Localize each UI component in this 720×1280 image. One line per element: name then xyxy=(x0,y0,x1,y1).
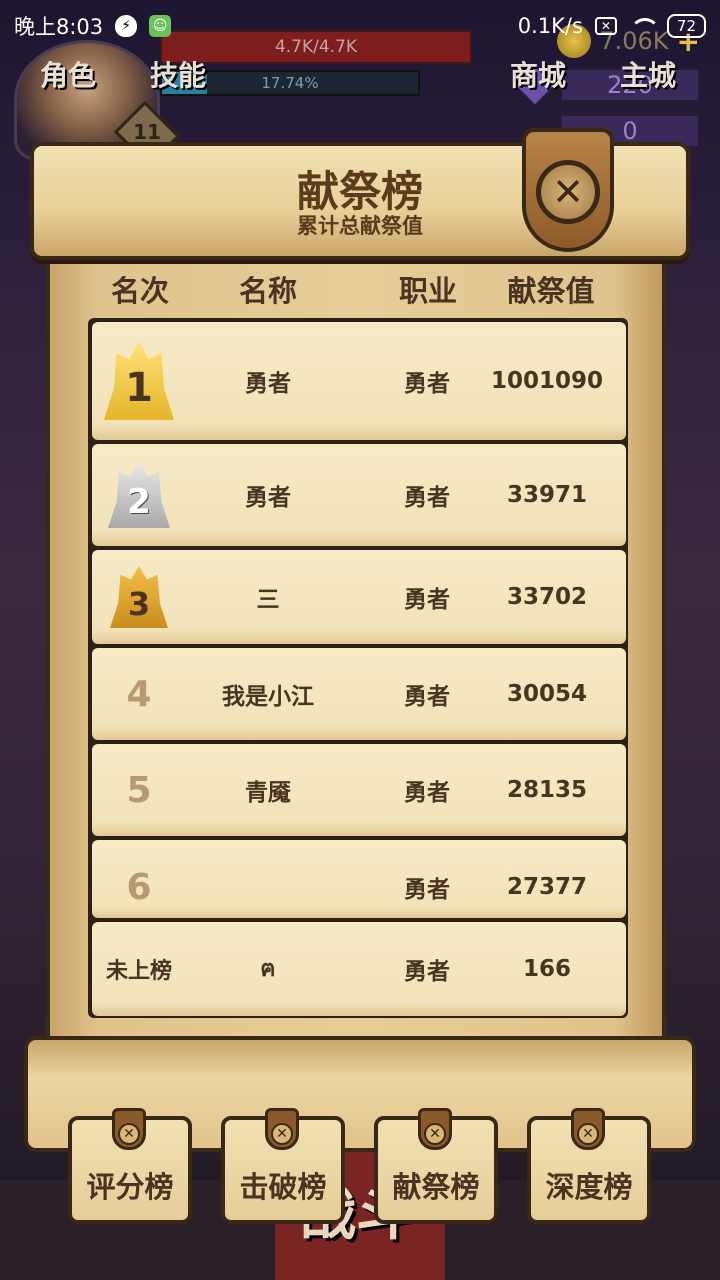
tab-score-label[interactable]: 评分榜 xyxy=(68,1164,192,1206)
exp-text: 17.74% xyxy=(261,74,319,92)
status-bar-left: 晚上8:03 ⚡ ☺ xyxy=(14,11,172,41)
nav-shop[interactable]: 商城 xyxy=(510,54,566,94)
tab-pin: ✕ xyxy=(418,1108,452,1150)
value-cell: 27377 xyxy=(506,874,588,900)
value-cell: 1001090 xyxy=(490,368,604,394)
class-cell: 勇者 xyxy=(404,587,450,613)
battery-icon: 72 xyxy=(666,14,706,38)
rank-cell: 2 xyxy=(92,444,186,546)
tab-pin: ✕ xyxy=(112,1108,146,1150)
silver-medal-icon: 2 xyxy=(108,462,170,528)
rank-cell: 1 xyxy=(92,322,186,440)
battery-level: 72 xyxy=(676,17,696,35)
self-rank-row[interactable]: 未上榜 ฅ 勇者 166 xyxy=(92,922,626,1016)
table-row[interactable]: 4 我是小江 勇者 30054 xyxy=(92,648,626,740)
status-bar: 晚上8:03 ⚡ ☺ 0.1K/s ✕ 72 xyxy=(0,0,720,52)
table-row[interactable]: 6 勇者 27377 xyxy=(92,840,626,918)
tab-break-label[interactable]: 击破榜 xyxy=(221,1164,345,1206)
table-row[interactable]: 3 三 勇者 33702 xyxy=(92,550,626,644)
tab-sacrifice-label[interactable]: 献祭榜 xyxy=(374,1164,498,1206)
rank-cell: 4 xyxy=(92,648,186,740)
pin-icon: ✕ xyxy=(424,1123,446,1145)
rank-status: 未上榜 xyxy=(105,959,172,984)
table-row[interactable]: 2 勇者 勇者 33971 xyxy=(92,444,626,546)
tab-depth-label[interactable]: 深度榜 xyxy=(527,1164,651,1206)
class-cell: 勇者 xyxy=(404,684,450,710)
name-cell: 我是小江 xyxy=(222,684,314,710)
class-cell: 勇者 xyxy=(404,485,450,511)
table-row[interactable]: 5 青魇 勇者 28135 xyxy=(92,744,626,836)
value-cell: 166 xyxy=(522,956,571,982)
rank-number: 5 xyxy=(126,769,152,811)
tab-pin: ✕ xyxy=(571,1108,605,1150)
value-cell: 30054 xyxy=(506,681,588,707)
level-text: 11 xyxy=(133,120,161,144)
header-name: 名称 xyxy=(238,274,297,308)
header-rank: 名次 xyxy=(110,274,169,308)
table-row[interactable]: 1 勇者 勇者 1001090 xyxy=(92,322,626,440)
rank-cell: 3 xyxy=(92,550,186,644)
value-cell: 33702 xyxy=(506,584,588,610)
name-cell: 三 xyxy=(256,587,280,613)
net-speed: 0.1K/s xyxy=(517,14,583,38)
class-cell: 勇者 xyxy=(404,780,450,806)
status-time: 晚上8:03 xyxy=(14,15,104,39)
wifi-icon xyxy=(629,16,660,36)
name-cell xyxy=(188,840,348,918)
pin-icon: ✕ xyxy=(118,1123,140,1145)
status-bar-right: 0.1K/s ✕ 72 xyxy=(518,14,706,38)
tab-pin: ✕ xyxy=(265,1108,299,1150)
rank-number: 1 xyxy=(125,365,153,411)
nav-skill[interactable]: 技能 xyxy=(150,54,206,94)
rank-number: 4 xyxy=(126,673,152,715)
name-cell: ฅ xyxy=(260,956,276,982)
nav-role[interactable]: 角色 xyxy=(40,54,96,94)
value-cell: 33971 xyxy=(506,482,588,508)
close-icon: ✕ xyxy=(552,170,584,214)
rank-number: 3 xyxy=(127,585,151,623)
nav-city[interactable]: 主城 xyxy=(620,54,676,94)
android-icon: ☺ xyxy=(149,15,172,37)
name-cell: 勇者 xyxy=(245,485,291,511)
pin-icon: ✕ xyxy=(577,1123,599,1145)
name-cell: 勇者 xyxy=(245,371,291,397)
name-cell: 青魇 xyxy=(245,780,291,806)
rank-cell: 6 xyxy=(92,840,186,918)
class-cell: 勇者 xyxy=(404,877,450,903)
rank-number: 6 xyxy=(126,866,152,908)
pin-icon: ✕ xyxy=(271,1123,293,1145)
header-value: 献祭值 xyxy=(507,274,595,308)
shield-bolt-icon: ⚡ xyxy=(115,15,138,37)
gold-medal-icon: 1 xyxy=(104,342,174,420)
header-class: 职业 xyxy=(398,274,457,308)
class-cell: 勇者 xyxy=(404,959,450,985)
bronze-medal-icon: 3 xyxy=(110,566,168,628)
value-cell: 28135 xyxy=(506,777,588,803)
close-button[interactable]: ✕ xyxy=(536,160,600,224)
x-box-icon: ✕ xyxy=(594,17,617,35)
rank-number: 2 xyxy=(127,482,151,522)
rank-cell: 5 xyxy=(92,744,186,836)
class-cell: 勇者 xyxy=(404,371,450,397)
rank-cell: 未上榜 xyxy=(92,922,186,1016)
